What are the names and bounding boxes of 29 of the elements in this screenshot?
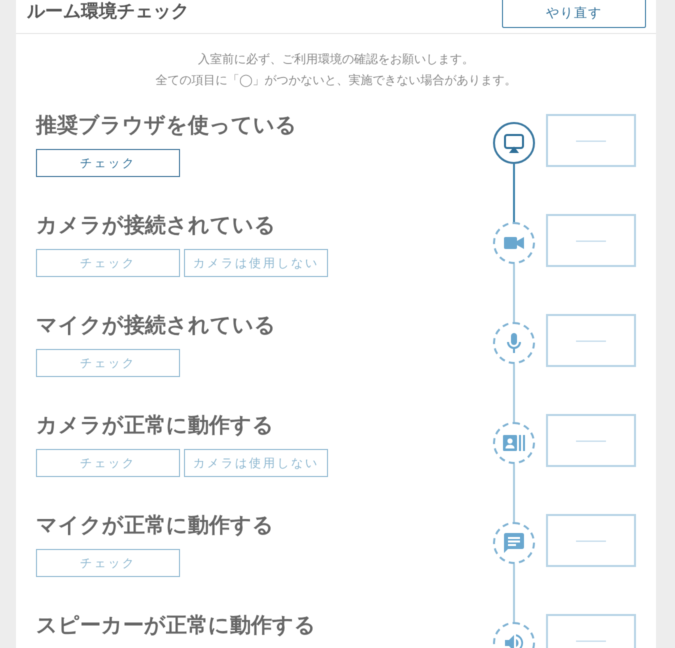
- speech-bubble-icon: [504, 533, 524, 553]
- result-cell: ——: [546, 414, 636, 467]
- check-button[interactable]: チェック: [36, 549, 180, 577]
- step-title: 推奨ブラウザを使っている: [36, 114, 297, 138]
- contact-card-icon: [503, 435, 525, 451]
- redo-button[interactable]: やり直す: [502, 0, 646, 28]
- result-cell: ——: [546, 614, 636, 648]
- check-button[interactable]: チェック: [36, 149, 180, 177]
- monitor-icon: [504, 134, 524, 152]
- step-title: マイクが正常に動作する: [36, 514, 274, 538]
- skip-button[interactable]: カメラは使用しない: [184, 249, 328, 277]
- page-title: ルーム環境チェック: [26, 0, 189, 22]
- speaker-icon: [504, 634, 524, 648]
- step-title: スピーカーが正常に動作する: [36, 614, 316, 638]
- result-cell: ——: [546, 214, 636, 267]
- result-cell: ——: [546, 114, 636, 167]
- result-cell: ——: [546, 314, 636, 367]
- check-button[interactable]: チェック: [36, 349, 180, 377]
- intro-text: 全ての項目に「◯」がつかないと、実施できない場合があります。: [155, 72, 517, 89]
- check-button[interactable]: チェック: [36, 249, 180, 277]
- check-button[interactable]: チェック: [36, 449, 180, 477]
- video-camera-icon: [504, 237, 524, 249]
- step-title: カメラが接続されている: [36, 214, 276, 238]
- step-title: マイクが接続されている: [36, 314, 276, 338]
- skip-button[interactable]: カメラは使用しない: [184, 449, 328, 477]
- result-cell: ——: [546, 514, 636, 567]
- step-title: カメラが正常に動作する: [36, 414, 274, 438]
- microphone-icon: [507, 333, 521, 353]
- intro-text: 入室前に必ず、ご利用環境の確認をお願いします。: [198, 51, 474, 68]
